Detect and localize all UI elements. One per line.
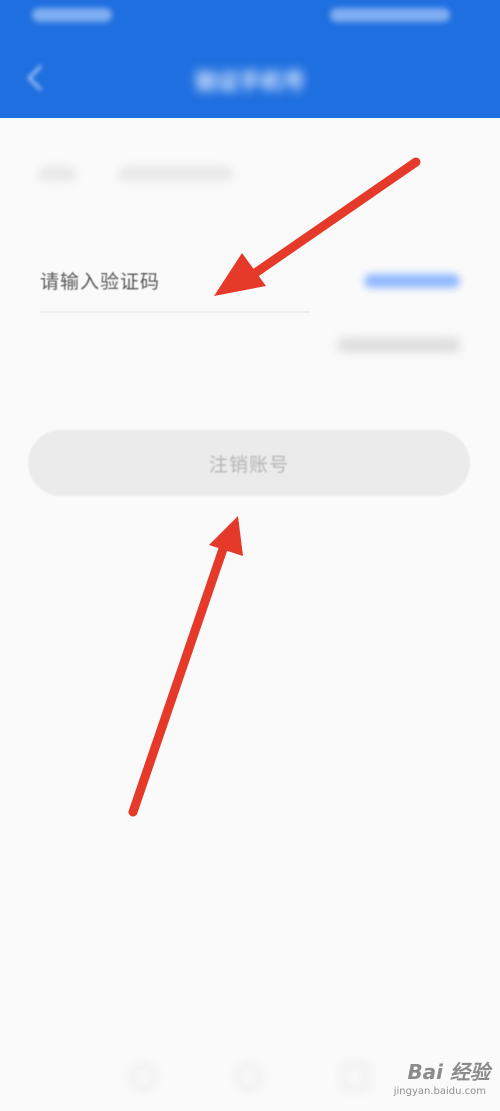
status-time	[32, 8, 112, 22]
cancel-account-button[interactable]: 注销账号	[28, 430, 470, 496]
status-bar	[0, 0, 500, 34]
watermark-logo: Bai 经验	[407, 1060, 490, 1084]
get-code-label	[364, 274, 460, 288]
app-header: 验证手机号	[0, 0, 500, 118]
help-link-label	[337, 338, 461, 352]
phone-prefix	[38, 167, 76, 181]
nav-back-icon[interactable]	[130, 1064, 156, 1090]
cancel-account-label: 注销账号	[208, 453, 289, 476]
no-code-help-link[interactable]	[337, 334, 461, 356]
verification-code-input[interactable]: 请输入验证码	[40, 267, 160, 295]
nav-home-icon[interactable]	[236, 1064, 262, 1090]
watermark-url: jingyan.baidu.com	[393, 1086, 486, 1097]
status-icons	[330, 8, 450, 22]
phone-number	[118, 167, 233, 181]
phone-number-row	[38, 163, 248, 187]
baidu-watermark: Bai 经验 jingyan.baidu.com	[340, 1056, 490, 1106]
page-title: 验证手机号	[194, 70, 305, 95]
input-underline	[40, 311, 310, 313]
get-code-button[interactable]	[364, 268, 460, 292]
back-arrow-icon[interactable]	[24, 63, 44, 93]
